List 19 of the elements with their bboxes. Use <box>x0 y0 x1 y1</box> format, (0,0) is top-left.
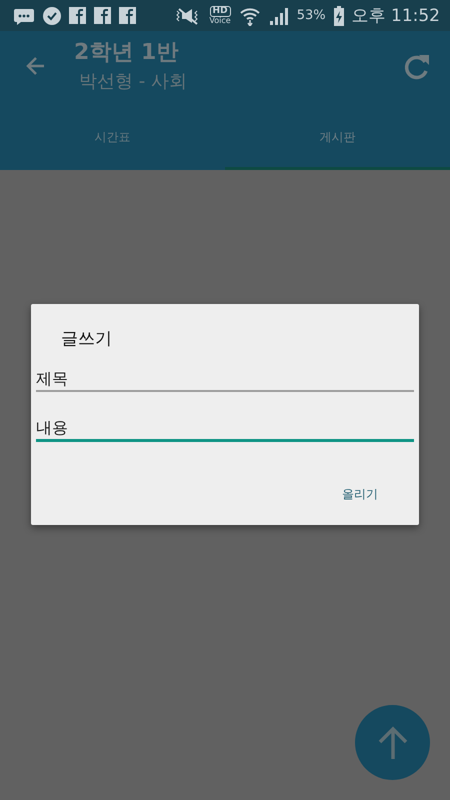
wifi-icon <box>238 6 261 26</box>
voice-label: Voice <box>209 17 231 25</box>
facebook-icon <box>94 7 111 24</box>
check-circle-icon <box>43 6 61 24</box>
message-icon <box>13 6 35 24</box>
input-field[interactable]: 제목 <box>36 365 414 392</box>
tab[interactable]: 게시판 <box>225 115 450 170</box>
signal-icon <box>268 6 289 24</box>
battery-charging-icon <box>334 6 344 26</box>
facebook-icon <box>119 7 136 24</box>
facebook-icon <box>69 7 86 24</box>
battery-percent: 53% <box>296 8 326 23</box>
clock-time: 오후 11:52 <box>352 5 440 27</box>
post-button[interactable]: 올리기 <box>338 482 382 507</box>
class-title: 2학년 1반 <box>74 39 180 67</box>
input-field[interactable]: 내용 <box>36 414 414 442</box>
dialog-title: 글쓰기 <box>61 328 113 350</box>
tab[interactable]: 시간표 <box>0 115 225 170</box>
teacher-subject: 박선형 - 사회 <box>79 70 188 93</box>
